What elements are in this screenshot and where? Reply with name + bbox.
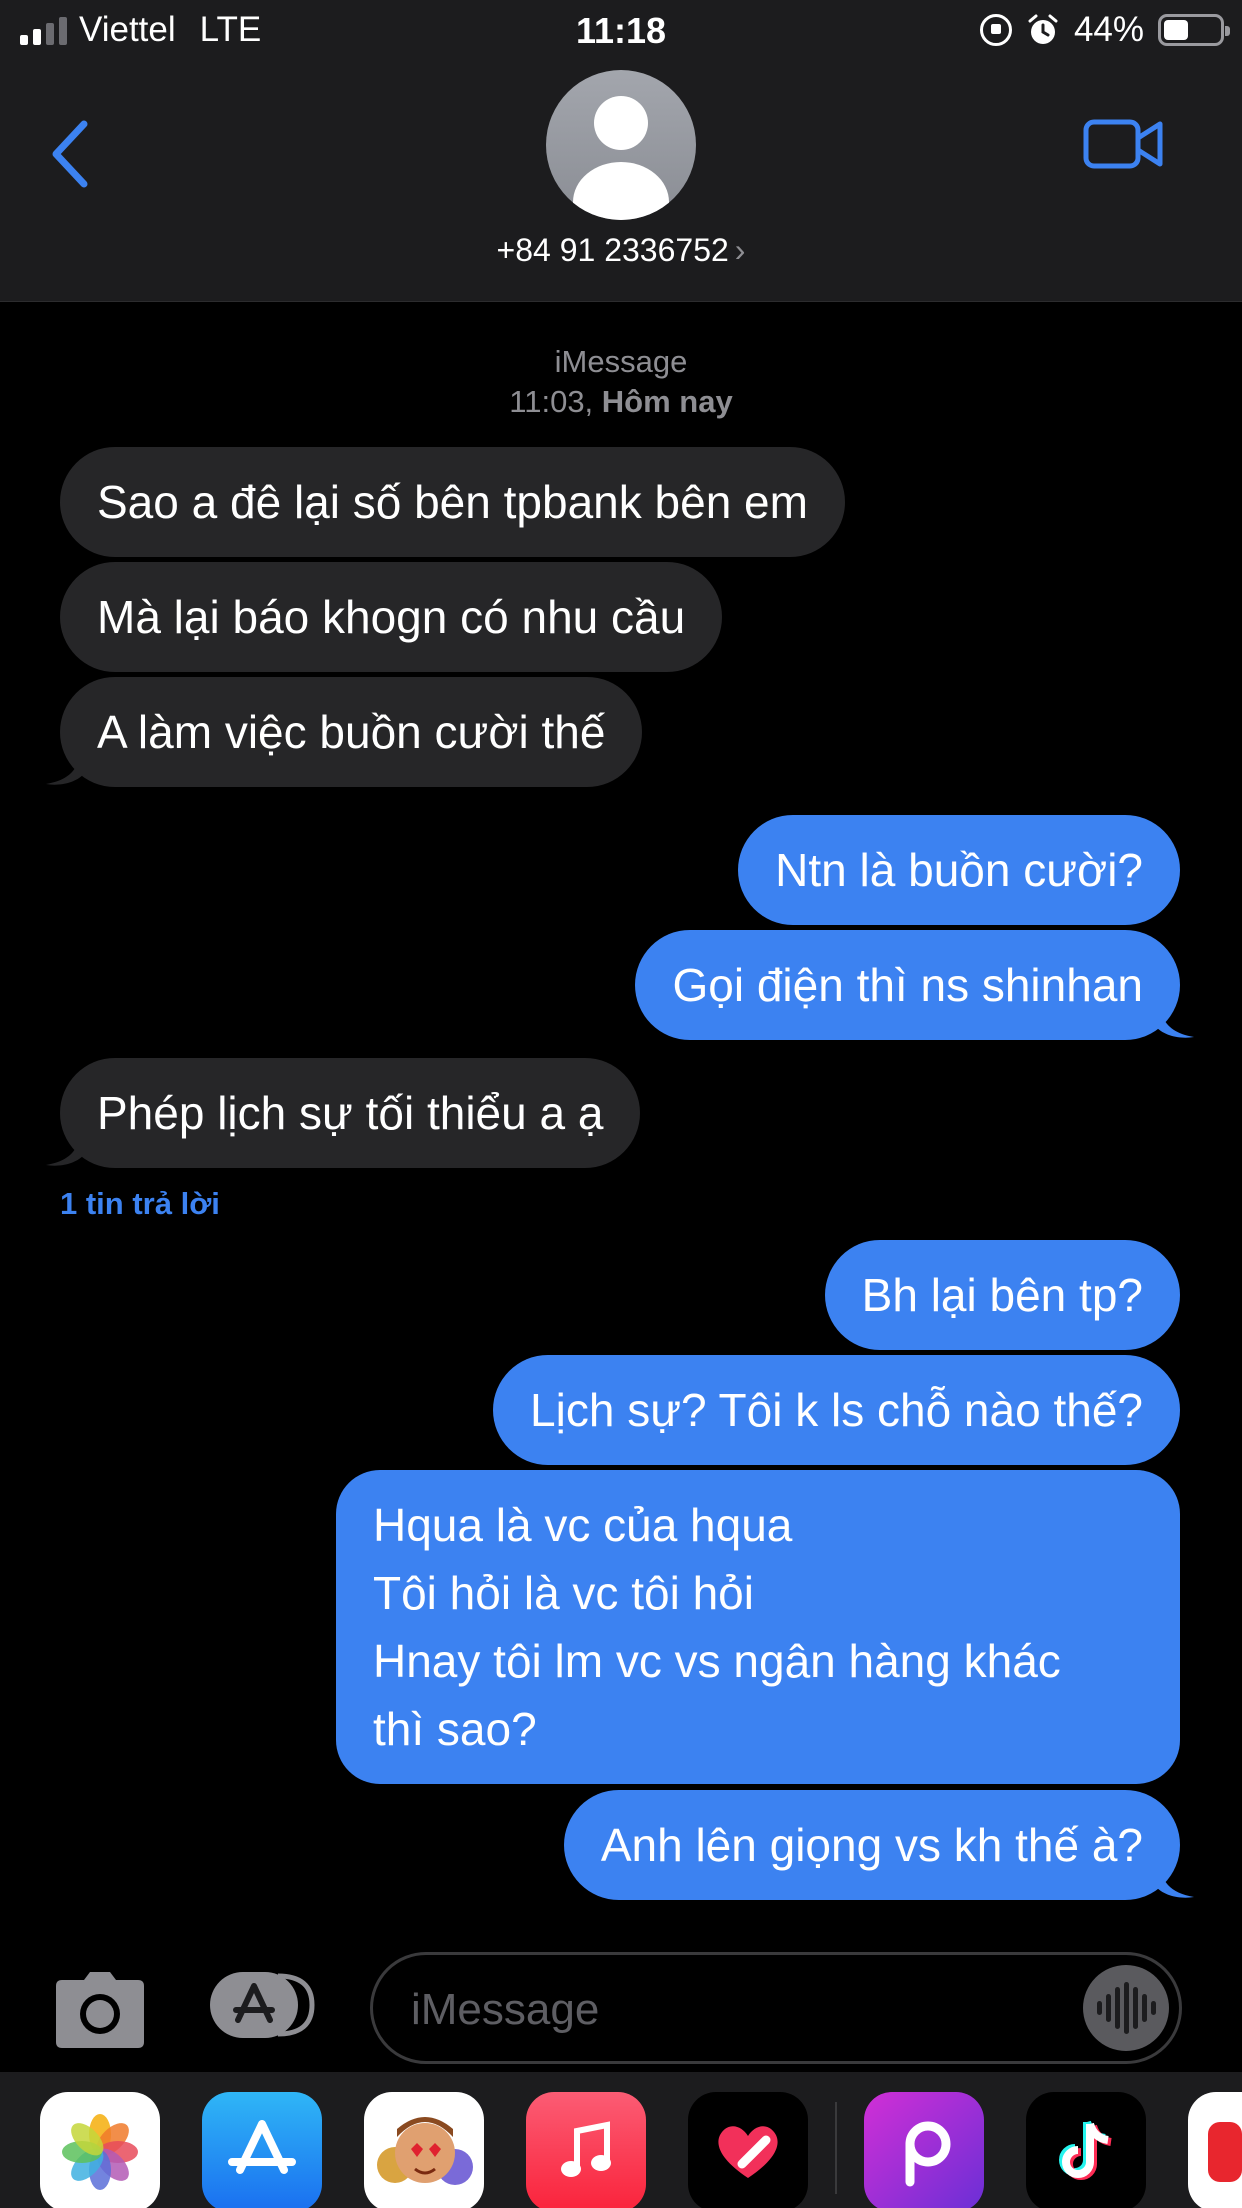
battery-icon: [1158, 14, 1230, 46]
back-chevron-icon[interactable]: [44, 114, 104, 194]
picsart-app-icon[interactable]: [864, 2092, 984, 2208]
incoming-message[interactable]: Sao a đê lại số bên tpbank bên em: [60, 447, 845, 557]
message-text: Mà lại báo khogn có nhu cầu: [97, 591, 686, 643]
message-line: thì sao?: [373, 1703, 537, 1755]
conversation-time: 11:03,: [509, 384, 594, 419]
chevron-right-icon: ›: [734, 232, 746, 268]
outgoing-message[interactable]: Bh lại bên tp?: [824, 1240, 1180, 1350]
message-text: Phép lịch sự tối thiểu a ạ: [97, 1087, 604, 1139]
memoji-app-icon[interactable]: [364, 2092, 484, 2208]
message-input[interactable]: iMessage: [370, 1952, 1182, 2064]
app-drawer: [0, 2072, 1242, 2208]
status-right: 44%: [979, 10, 1230, 50]
partial-app-icon[interactable]: [1188, 2092, 1242, 2208]
digital-touch-app-icon[interactable]: [688, 2092, 808, 2208]
composer-bar: iMessage: [0, 1944, 1242, 2074]
camera-icon[interactable]: [54, 1970, 146, 2050]
conversation-day: Hôm nay: [601, 384, 733, 419]
reply-thread-link[interactable]: 1 tin trả lời: [60, 1186, 220, 1222]
message-text: Sao a đê lại số bên tpbank bên em: [97, 476, 808, 528]
alarm-icon: [1028, 14, 1058, 44]
bubble-tail: [46, 748, 84, 785]
message-text: Gọi điện thì ns shinhan: [672, 959, 1143, 1011]
bubble-tail: [1156, 1001, 1194, 1038]
outgoing-message[interactable]: Hqua là vc của hqua Tôi hỏi là vc tôi hỏ…: [336, 1470, 1180, 1784]
message-text: Bh lại bên tp?: [861, 1269, 1143, 1321]
app-store-app-icon[interactable]: [202, 2092, 322, 2208]
status-bar: Viettel LTE 11:18 44%: [0, 0, 1242, 62]
conversation-header: +84 91 2336752 ›: [0, 62, 1242, 302]
outgoing-message[interactable]: Gọi điện thì ns shinhan: [635, 930, 1180, 1040]
orientation-lock-icon: [979, 14, 1012, 46]
bubble-tail: [1156, 1861, 1194, 1898]
tiktok-app-icon[interactable]: [1026, 2092, 1146, 2208]
music-app-icon[interactable]: [526, 2092, 646, 2208]
incoming-message[interactable]: Mà lại báo khogn có nhu cầu: [60, 562, 723, 672]
service-label: iMessage: [554, 344, 688, 379]
outgoing-message[interactable]: Anh lên giọng vs kh thế à?: [563, 1790, 1180, 1900]
incoming-message[interactable]: A làm việc buồn cười thế: [60, 677, 643, 787]
app-store-icon[interactable]: [208, 1968, 320, 2042]
battery-percent: 44%: [1073, 10, 1144, 49]
message-text: Ntn là buồn cười?: [775, 844, 1143, 896]
video-camera-icon[interactable]: [1082, 114, 1164, 174]
contact-number: +84 91 2336752: [496, 232, 729, 268]
contact-avatar[interactable]: [546, 70, 696, 220]
waveform-icon[interactable]: [1083, 1965, 1169, 2051]
outgoing-message[interactable]: Ntn là buồn cười?: [738, 815, 1180, 925]
message-line: Tôi hỏi là vc tôi hỏi: [373, 1567, 754, 1619]
message-text: A làm việc buồn cười thế: [97, 706, 606, 758]
contact-name-button[interactable]: +84 91 2336752 ›: [0, 232, 1242, 269]
message-text: Anh lên giọng vs kh thế à?: [600, 1819, 1143, 1871]
message-line: Hqua là vc của hqua: [373, 1499, 793, 1551]
outgoing-message[interactable]: Lịch sự? Tôi k ls chỗ nào thế?: [493, 1355, 1180, 1465]
photos-app-icon[interactable]: [40, 2092, 160, 2208]
bubble-tail: [46, 1129, 84, 1166]
drawer-divider: [835, 2102, 837, 2194]
message-input-placeholder: iMessage: [411, 1985, 600, 2034]
message-line: Hnay tôi lm vc vs ngân hàng khác: [373, 1635, 1061, 1687]
conversation-meta: iMessage 11:03, Hôm nay: [0, 342, 1242, 422]
message-text: Lịch sự? Tôi k ls chỗ nào thế?: [530, 1384, 1143, 1436]
incoming-message[interactable]: Phép lịch sự tối thiểu a ạ: [60, 1058, 641, 1168]
